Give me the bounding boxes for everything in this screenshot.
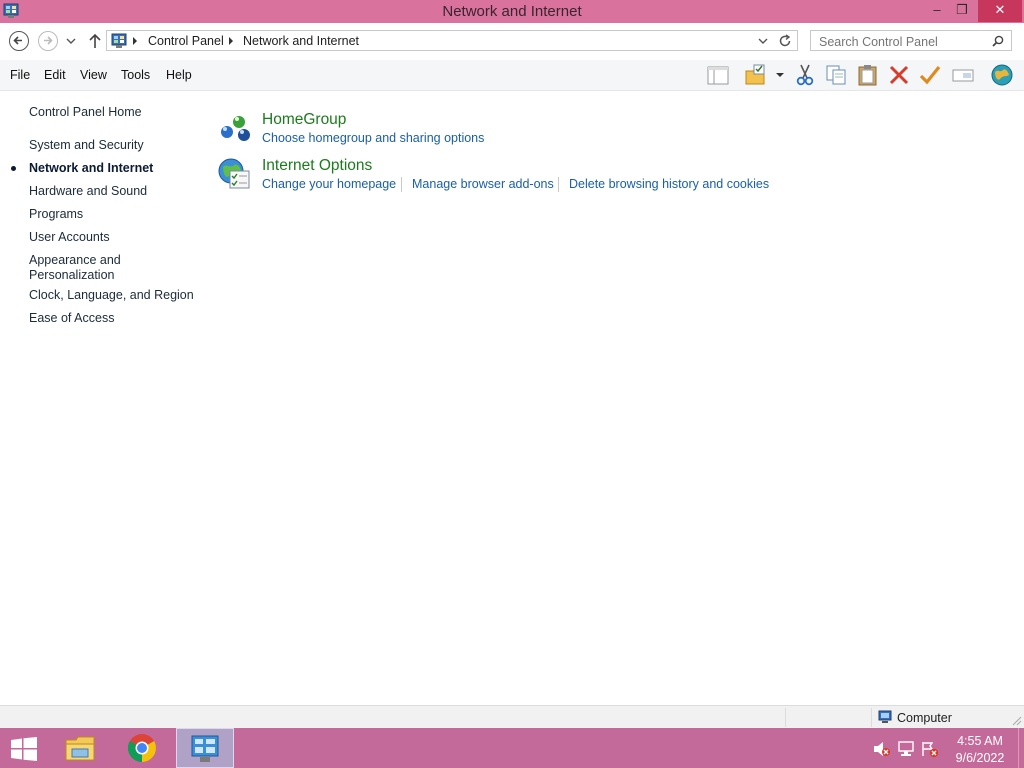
- sidebar-item-hardware-and-sound[interactable]: Hardware and Sound: [29, 184, 147, 199]
- search-icon[interactable]: [992, 35, 1004, 47]
- up-arrow-icon[interactable]: [88, 33, 102, 49]
- breadcrumb-control-panel[interactable]: Control Panel: [148, 34, 224, 48]
- back-button[interactable]: [9, 31, 29, 51]
- back-arrow-icon: [13, 36, 22, 45]
- sidebar-item-ease-of-access[interactable]: Ease of Access: [29, 311, 114, 326]
- copy-icon[interactable]: [824, 63, 848, 87]
- window-title: Network and Internet: [442, 3, 582, 20]
- refresh-icon[interactable]: [778, 34, 792, 48]
- taskbar-time[interactable]: 4:55 AM: [950, 734, 1010, 748]
- action-center-icon[interactable]: [921, 740, 939, 758]
- start-button[interactable]: [0, 728, 56, 768]
- show-desktop-button[interactable]: [1018, 728, 1024, 768]
- file-explorer-icon: [65, 736, 95, 761]
- internet-options-icon[interactable]: [217, 157, 253, 191]
- sidebar-item-user-accounts[interactable]: User Accounts: [29, 230, 110, 245]
- start-icon: [11, 737, 37, 761]
- address-row: Control Panel Network and Internet: [0, 23, 1024, 60]
- dropdown-arrow-icon[interactable]: [774, 63, 786, 87]
- taskbar-file-explorer[interactable]: [54, 728, 110, 768]
- delete-icon[interactable]: [887, 63, 911, 87]
- status-divider: [871, 708, 872, 727]
- forward-arrow-icon: [44, 36, 53, 45]
- recent-locations-dropdown-icon[interactable]: [66, 37, 76, 45]
- globe-icon[interactable]: [990, 63, 1014, 87]
- sidebar-item-clock-language-region[interactable]: Clock, Language, and Region: [29, 288, 194, 303]
- network-icon[interactable]: [898, 740, 916, 758]
- control-panel-icon: [111, 33, 127, 48]
- internet-options-title[interactable]: Internet Options: [262, 157, 372, 175]
- rename-icon[interactable]: [951, 63, 975, 87]
- sidebar-item-programs[interactable]: Programs: [29, 207, 83, 222]
- computer-icon: [878, 710, 892, 723]
- taskbar-control-panel[interactable]: [176, 728, 234, 768]
- paste-icon[interactable]: [856, 63, 880, 87]
- status-divider: [785, 708, 786, 727]
- layout-icon[interactable]: [706, 63, 730, 87]
- breadcrumb-chevron-icon[interactable]: [228, 37, 234, 45]
- menu-view[interactable]: View: [80, 68, 107, 82]
- forward-button[interactable]: [38, 31, 58, 51]
- resize-grip-icon[interactable]: [1012, 716, 1022, 726]
- address-dropdown-icon[interactable]: [758, 37, 768, 45]
- sidebar-item-network-and-internet[interactable]: Network and Internet: [29, 161, 153, 176]
- breadcrumb-network-and-internet[interactable]: Network and Internet: [243, 34, 359, 48]
- title-bar: Network and Internet – ❐ ✕: [0, 0, 1024, 23]
- task-manage-add-ons[interactable]: Manage browser add-ons: [412, 177, 554, 191]
- sidebar-item-control-panel-home[interactable]: Control Panel Home: [29, 105, 142, 120]
- homegroup-icon[interactable]: [217, 112, 253, 144]
- menu-tools[interactable]: Tools: [121, 68, 150, 82]
- task-change-homepage[interactable]: Change your homepage: [262, 177, 396, 191]
- menu-file[interactable]: File: [10, 68, 30, 82]
- chrome-icon: [128, 734, 156, 762]
- menu-help[interactable]: Help: [166, 68, 192, 82]
- task-separator: [558, 177, 559, 192]
- menu-bar: File Edit View Tools Help: [0, 60, 1024, 91]
- status-location: Computer: [897, 711, 952, 725]
- control-panel-icon: [191, 735, 219, 762]
- menu-edit[interactable]: Edit: [44, 68, 66, 82]
- checkmark-icon[interactable]: [918, 63, 942, 87]
- close-button[interactable]: ✕: [978, 0, 1022, 22]
- search-input[interactable]: [817, 33, 986, 50]
- search-box[interactable]: [810, 30, 1012, 51]
- task-choose-homegroup[interactable]: Choose homegroup and sharing options: [262, 131, 484, 145]
- breadcrumb-chevron-icon[interactable]: [132, 37, 138, 45]
- cut-icon[interactable]: [793, 63, 817, 87]
- speaker-muted-icon[interactable]: [873, 741, 891, 757]
- taskbar: 4:55 AM 9/6/2022: [0, 728, 1024, 768]
- sidebar-item-system-and-security[interactable]: System and Security: [29, 138, 144, 153]
- restore-button[interactable]: ❐: [948, 0, 976, 22]
- homegroup-title[interactable]: HomeGroup: [262, 111, 346, 129]
- status-bar: Computer: [0, 705, 1024, 729]
- active-bullet: [11, 166, 16, 171]
- taskbar-date[interactable]: 9/6/2022: [950, 751, 1010, 765]
- task-separator: [401, 177, 402, 192]
- address-bar[interactable]: Control Panel Network and Internet: [106, 30, 798, 51]
- sidebar-item-appearance-and-personalization[interactable]: Appearance and Personalization: [29, 253, 139, 283]
- taskbar-chrome[interactable]: [115, 728, 171, 768]
- task-delete-browsing-history[interactable]: Delete browsing history and cookies: [569, 177, 769, 191]
- folder-properties-icon[interactable]: [744, 63, 768, 87]
